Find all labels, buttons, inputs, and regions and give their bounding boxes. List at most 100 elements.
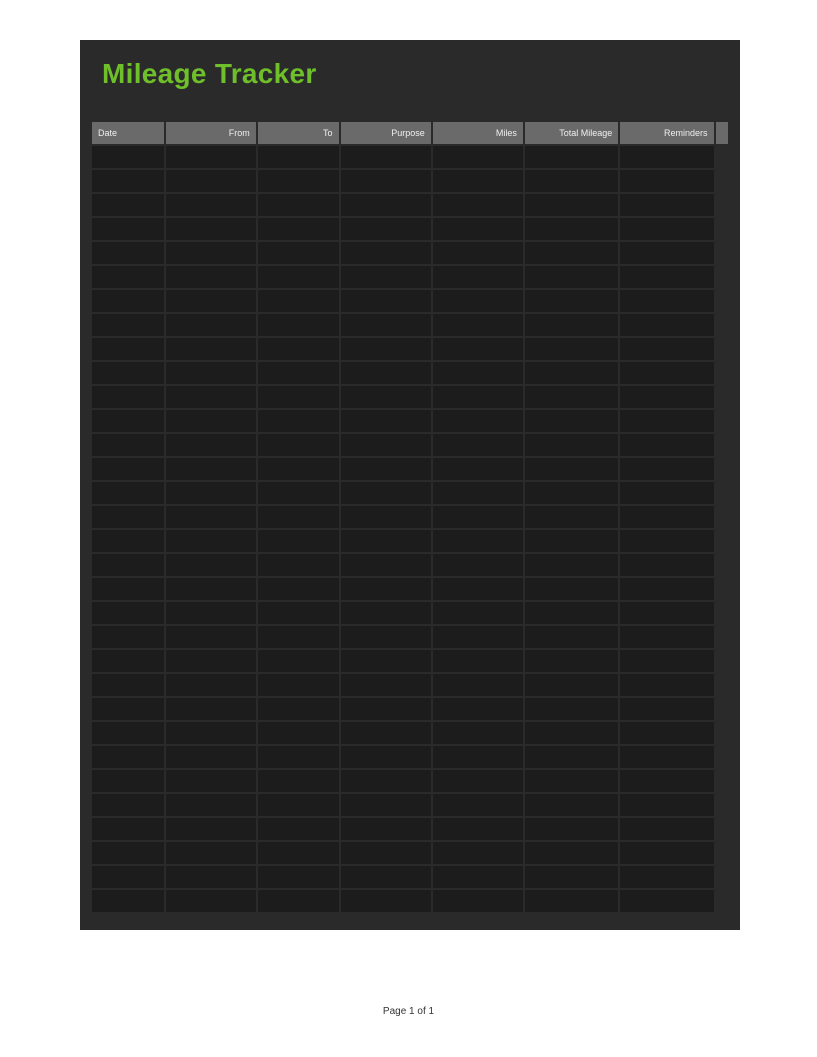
table-cell[interactable] <box>92 194 164 216</box>
table-cell[interactable] <box>525 650 618 672</box>
table-cell[interactable] <box>525 746 618 768</box>
table-cell[interactable] <box>92 578 164 600</box>
table-cell[interactable] <box>166 146 256 168</box>
table-cell[interactable] <box>166 482 256 504</box>
table-cell[interactable] <box>92 626 164 648</box>
table-cell[interactable] <box>341 842 431 864</box>
table-cell[interactable] <box>258 674 339 696</box>
table-cell[interactable] <box>525 146 618 168</box>
table-cell[interactable] <box>92 530 164 552</box>
table-cell[interactable] <box>258 482 339 504</box>
table-cell[interactable] <box>433 506 523 528</box>
table-cell[interactable] <box>341 218 431 240</box>
table-cell[interactable] <box>433 290 523 312</box>
table-cell[interactable] <box>258 362 339 384</box>
table-cell[interactable] <box>525 890 618 912</box>
table-cell[interactable] <box>433 146 523 168</box>
table-cell[interactable] <box>92 818 164 840</box>
table-cell[interactable] <box>433 722 523 744</box>
table-cell[interactable] <box>433 242 523 264</box>
table-cell[interactable] <box>433 386 523 408</box>
table-cell[interactable] <box>341 626 431 648</box>
table-cell[interactable] <box>525 506 618 528</box>
col-header-reminders[interactable]: Reminders <box>620 122 713 144</box>
table-cell[interactable] <box>620 530 713 552</box>
table-cell[interactable] <box>620 458 713 480</box>
table-cell[interactable] <box>341 482 431 504</box>
table-cell[interactable] <box>258 746 339 768</box>
table-cell[interactable] <box>166 506 256 528</box>
table-cell[interactable] <box>620 482 713 504</box>
table-cell[interactable] <box>92 770 164 792</box>
table-cell[interactable] <box>433 602 523 624</box>
table-cell[interactable] <box>433 698 523 720</box>
table-cell[interactable] <box>525 458 618 480</box>
table-cell[interactable] <box>525 290 618 312</box>
table-cell[interactable] <box>92 842 164 864</box>
table-cell[interactable] <box>433 746 523 768</box>
table-cell[interactable] <box>620 194 713 216</box>
table-cell[interactable] <box>433 818 523 840</box>
table-cell[interactable] <box>166 746 256 768</box>
table-cell[interactable] <box>341 746 431 768</box>
table-cell[interactable] <box>620 170 713 192</box>
table-cell[interactable] <box>341 650 431 672</box>
table-cell[interactable] <box>92 410 164 432</box>
table-cell[interactable] <box>525 266 618 288</box>
table-cell[interactable] <box>92 674 164 696</box>
table-cell[interactable] <box>341 410 431 432</box>
table-cell[interactable] <box>341 338 431 360</box>
table-cell[interactable] <box>166 842 256 864</box>
table-cell[interactable] <box>258 218 339 240</box>
table-cell[interactable] <box>258 530 339 552</box>
table-cell[interactable] <box>341 290 431 312</box>
table-cell[interactable] <box>258 410 339 432</box>
table-cell[interactable] <box>620 506 713 528</box>
table-cell[interactable] <box>166 410 256 432</box>
table-cell[interactable] <box>92 242 164 264</box>
table-cell[interactable] <box>92 170 164 192</box>
table-cell[interactable] <box>341 362 431 384</box>
table-cell[interactable] <box>525 866 618 888</box>
table-cell[interactable] <box>166 266 256 288</box>
table-cell[interactable] <box>525 770 618 792</box>
table-cell[interactable] <box>620 242 713 264</box>
col-header-miles[interactable]: Miles <box>433 122 523 144</box>
table-cell[interactable] <box>433 770 523 792</box>
table-cell[interactable] <box>433 482 523 504</box>
table-cell[interactable] <box>341 770 431 792</box>
table-cell[interactable] <box>258 770 339 792</box>
table-cell[interactable] <box>341 314 431 336</box>
table-cell[interactable] <box>433 794 523 816</box>
table-cell[interactable] <box>166 242 256 264</box>
table-cell[interactable] <box>166 170 256 192</box>
table-cell[interactable] <box>92 290 164 312</box>
col-header-purpose[interactable]: Purpose <box>341 122 431 144</box>
table-cell[interactable] <box>433 626 523 648</box>
table-cell[interactable] <box>620 362 713 384</box>
table-cell[interactable] <box>258 194 339 216</box>
table-cell[interactable] <box>620 674 713 696</box>
table-cell[interactable] <box>92 218 164 240</box>
table-cell[interactable] <box>525 818 618 840</box>
table-cell[interactable] <box>525 842 618 864</box>
table-cell[interactable] <box>166 722 256 744</box>
table-cell[interactable] <box>166 194 256 216</box>
table-cell[interactable] <box>620 314 713 336</box>
table-cell[interactable] <box>341 434 431 456</box>
table-cell[interactable] <box>92 794 164 816</box>
table-cell[interactable] <box>620 866 713 888</box>
table-cell[interactable] <box>92 266 164 288</box>
table-cell[interactable] <box>341 458 431 480</box>
table-cell[interactable] <box>525 218 618 240</box>
table-cell[interactable] <box>525 410 618 432</box>
table-cell[interactable] <box>525 698 618 720</box>
table-cell[interactable] <box>433 674 523 696</box>
table-cell[interactable] <box>525 626 618 648</box>
table-cell[interactable] <box>620 602 713 624</box>
table-cell[interactable] <box>525 338 618 360</box>
table-cell[interactable] <box>341 506 431 528</box>
table-cell[interactable] <box>258 146 339 168</box>
table-cell[interactable] <box>620 746 713 768</box>
table-cell[interactable] <box>341 266 431 288</box>
